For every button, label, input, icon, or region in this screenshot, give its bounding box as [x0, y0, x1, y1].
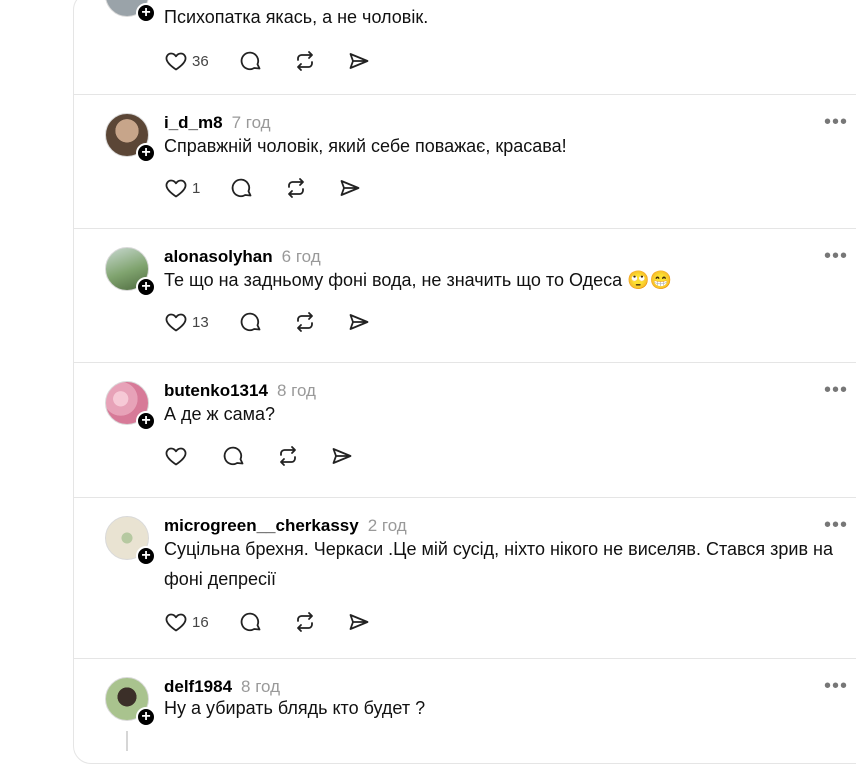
post-text: Ну а убирать блядь кто будет ?: [164, 698, 426, 718]
repost-button[interactable]: [293, 610, 317, 634]
like-button[interactable]: 16: [164, 610, 209, 634]
heart-icon: [165, 179, 187, 198]
repost-icon: [296, 312, 313, 332]
share-button[interactable]: [347, 310, 371, 334]
like-count: 16: [192, 613, 209, 631]
like-count: 36: [192, 52, 209, 70]
avatar-container[interactable]: +: [105, 516, 156, 566]
post-text: Те що на задньому фоні вода, не значить …: [164, 270, 672, 290]
username[interactable]: i_d_m8: [164, 113, 223, 133]
username[interactable]: butenko1314: [164, 381, 268, 401]
repost-icon: [280, 446, 296, 466]
share-button[interactable]: [347, 49, 371, 73]
comment-icon: [240, 51, 261, 71]
heart-icon: [165, 313, 187, 332]
repost-button[interactable]: [293, 310, 317, 334]
follow-plus-icon[interactable]: +: [136, 143, 156, 163]
divider: [74, 658, 856, 659]
post-actions: 36: [164, 49, 401, 73]
avatar-container[interactable]: +: [105, 0, 156, 23]
post-text: Справжній чоловік, який себе поважає, кр…: [164, 136, 567, 156]
send-icon: [349, 53, 369, 69]
share-button[interactable]: [330, 444, 354, 468]
send-icon: [349, 614, 369, 630]
post-text: Психопатка якась, а не чоловік.: [164, 7, 429, 27]
repost-button[interactable]: [293, 49, 317, 73]
divider: [74, 94, 856, 95]
divider: [74, 497, 856, 498]
timestamp: 2 год: [367, 516, 407, 535]
like-count: 1: [192, 179, 201, 197]
follow-plus-icon[interactable]: +: [136, 277, 156, 297]
like-button[interactable]: 13: [164, 310, 209, 334]
post-actions: 13: [164, 310, 401, 334]
post-actions: 16: [164, 610, 401, 634]
replies-feed: + Психопатка якась, а не чоловік. 36 + i…: [73, 0, 856, 764]
avatar-container[interactable]: +: [105, 381, 156, 431]
divider: [74, 362, 856, 363]
username[interactable]: microgreen__cherkassy: [164, 516, 359, 536]
timestamp: 8 год: [276, 381, 316, 400]
like-button[interactable]: 1: [164, 176, 200, 200]
follow-plus-icon[interactable]: +: [136, 411, 156, 431]
like-button[interactable]: [164, 444, 192, 468]
comment-button[interactable]: [239, 49, 263, 73]
follow-plus-icon[interactable]: +: [136, 3, 156, 23]
heart-icon: [165, 52, 187, 71]
heart-icon: [165, 447, 187, 466]
timestamp: 7 год: [231, 113, 271, 132]
heart-icon: [165, 613, 187, 632]
comment-icon: [223, 446, 244, 466]
like-count: 13: [192, 313, 209, 331]
comment-icon: [232, 178, 252, 198]
send-icon: [349, 314, 369, 330]
comment-button[interactable]: [230, 176, 254, 200]
post-text: Суцільна брехня. Черкаси .Це мій сусід, …: [164, 539, 833, 589]
repost-button[interactable]: [284, 176, 308, 200]
follow-plus-icon[interactable]: +: [136, 707, 156, 727]
comment-icon: [240, 612, 261, 632]
repost-button[interactable]: [276, 444, 300, 468]
share-button[interactable]: [347, 610, 371, 634]
avatar-container[interactable]: +: [105, 113, 156, 163]
comment-icon: [240, 312, 261, 332]
send-icon: [332, 448, 352, 464]
thread-line: [126, 731, 128, 751]
post-actions: 1: [164, 176, 392, 200]
repost-icon: [296, 612, 313, 632]
comment-button[interactable]: [239, 310, 263, 334]
like-button[interactable]: 36: [164, 49, 209, 73]
post-actions: [164, 444, 384, 468]
post-text: А де ж сама?: [164, 404, 275, 424]
comment-button[interactable]: [222, 444, 246, 468]
timestamp: 6 год: [281, 247, 321, 266]
repost-icon: [288, 178, 305, 198]
username[interactable]: alonasolyhan: [164, 247, 273, 267]
comment-button[interactable]: [239, 610, 263, 634]
avatar-container[interactable]: +: [105, 677, 156, 727]
repost-icon: [296, 51, 313, 71]
share-button[interactable]: [338, 176, 362, 200]
divider: [74, 228, 856, 229]
avatar-container[interactable]: +: [105, 247, 156, 297]
send-icon: [340, 180, 360, 196]
follow-plus-icon[interactable]: +: [136, 546, 156, 566]
